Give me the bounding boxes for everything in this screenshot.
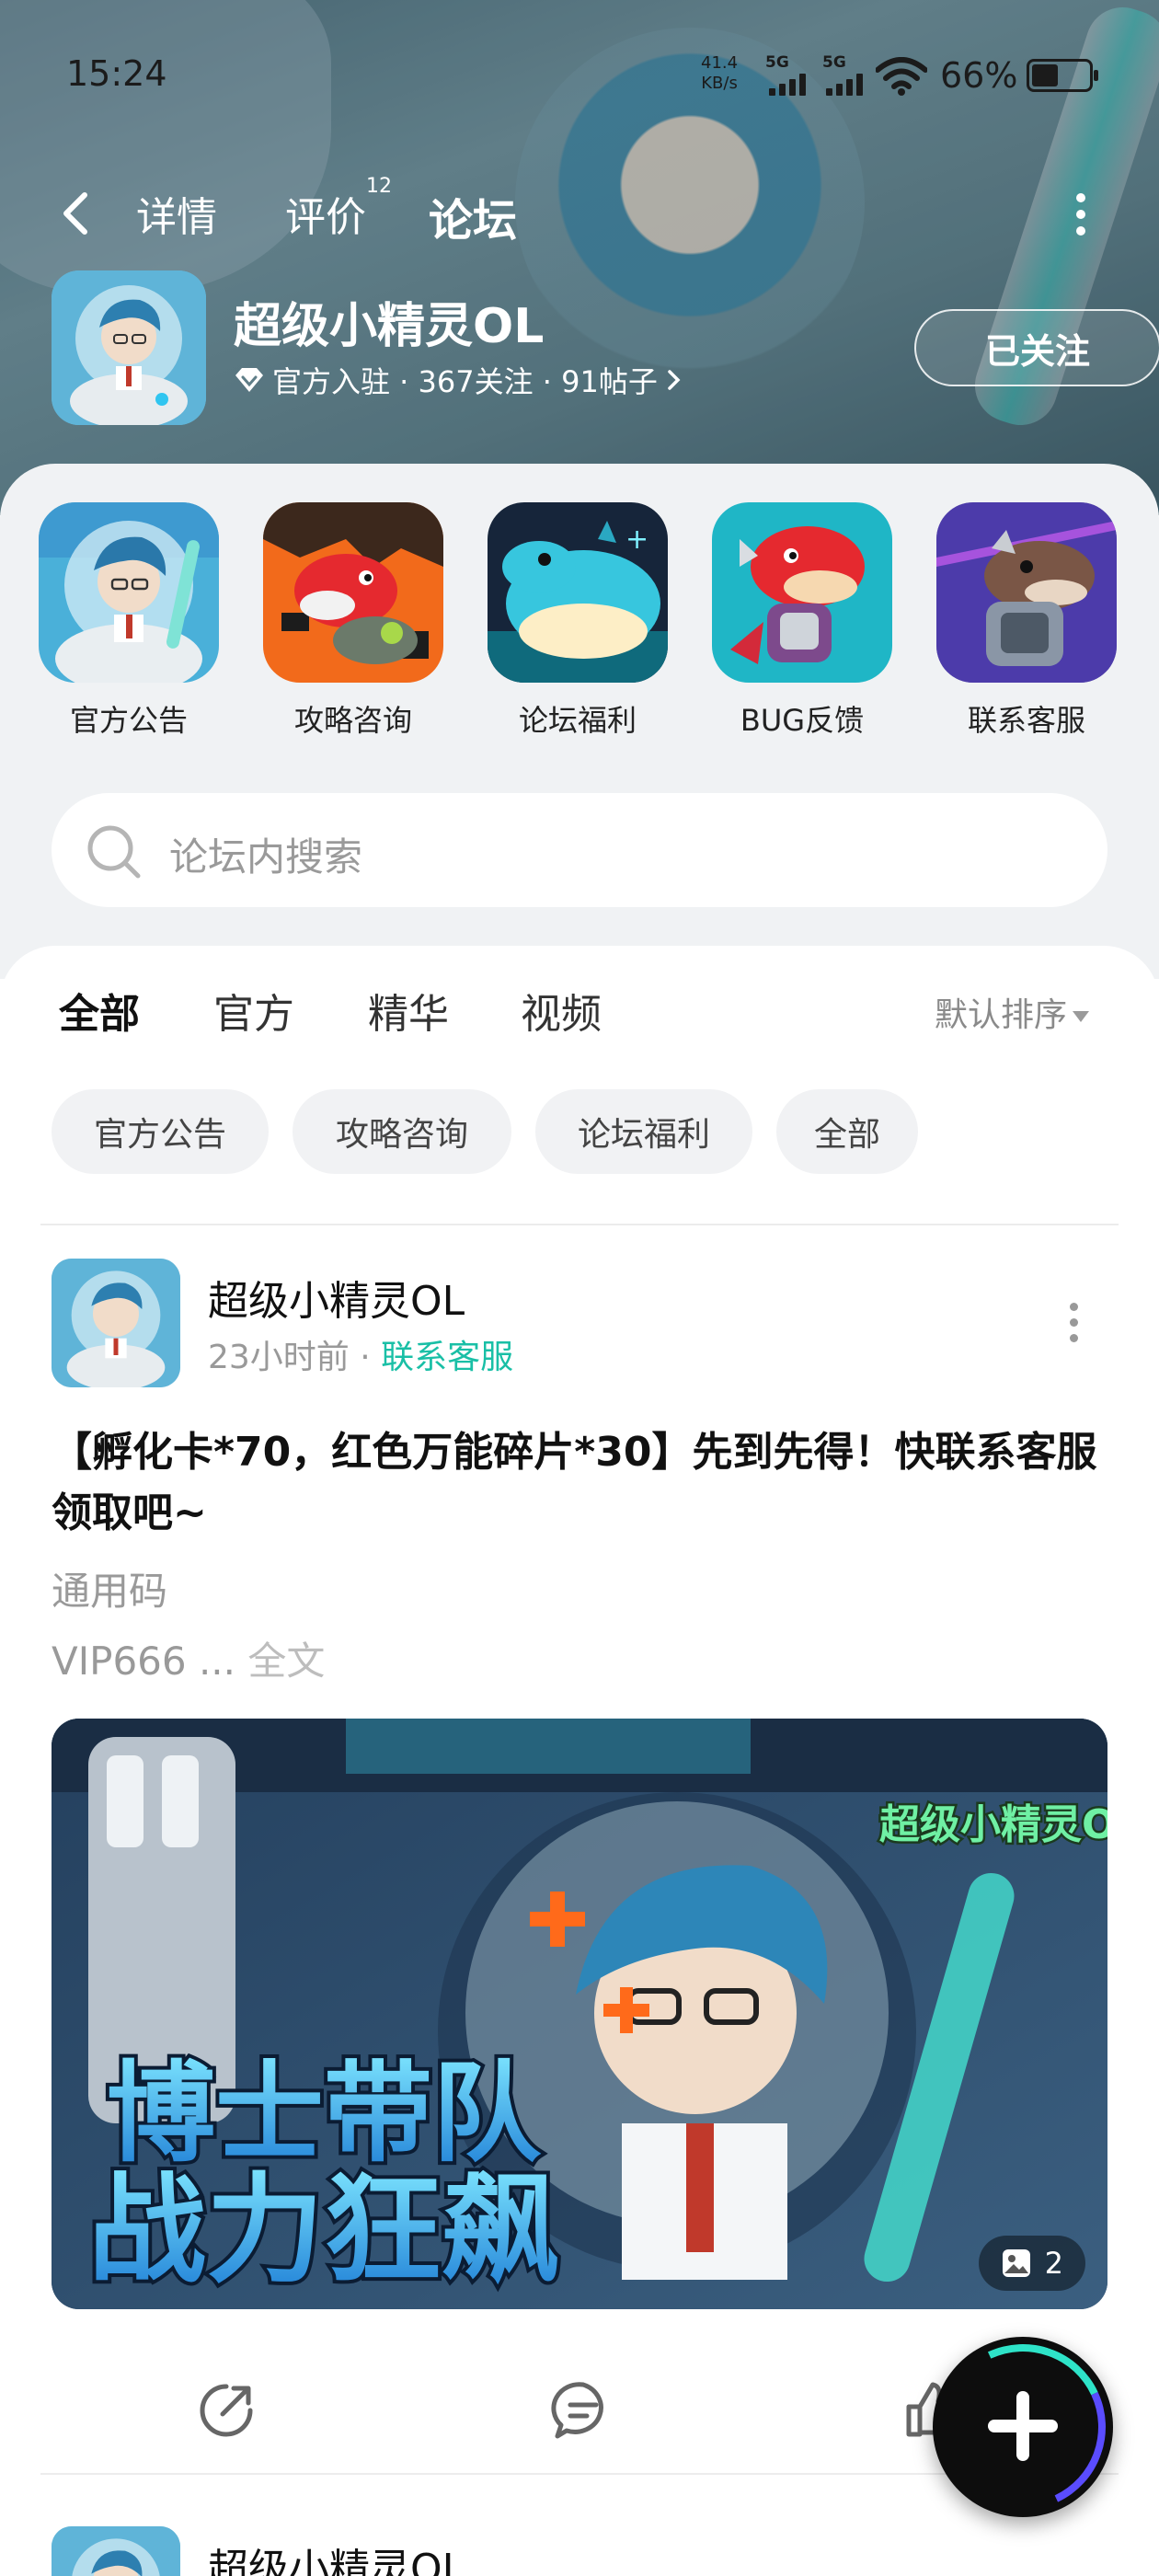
read-full-link[interactable]: 全文 [247, 1639, 325, 1684]
game-title: 超级小精灵OL [234, 299, 545, 354]
tab-details[interactable]: 详情 [136, 184, 217, 243]
post-author[interactable]: 超级小精灵OL [208, 1268, 465, 1327]
back-arrow-icon[interactable] [57, 191, 98, 236]
author-avatar[interactable] [52, 2526, 180, 2576]
signal-icon: 5G [765, 53, 813, 96]
post-more-icon[interactable] [1067, 1303, 1080, 1342]
image-headline-bottom: 战力狂飙 [88, 2162, 559, 2299]
author-avatar[interactable] [52, 1259, 180, 1387]
tab-forum[interactable]: 论坛 [429, 184, 517, 252]
signal-icon: 5G [822, 53, 870, 96]
game-meta[interactable]: 官方入驻 · 367关注 · 91帖子 [234, 359, 683, 401]
red-dragon-icon [263, 502, 443, 683]
search-placeholder: 论坛内搜索 [169, 834, 363, 880]
post-excerpt: 通用码 [52, 1569, 168, 1614]
tab-reviews[interactable]: 评价 12 [285, 175, 392, 243]
image-icon [1002, 2249, 1030, 2277]
category-welfare[interactable]: + 论坛福利 [486, 502, 670, 740]
chip-all[interactable]: 全部 [776, 1089, 918, 1174]
net-speed: 41.4 KB/s [701, 53, 739, 93]
game-icon[interactable] [52, 270, 206, 425]
verified-diamond-icon [235, 368, 263, 392]
search-icon [87, 825, 141, 879]
status-bar: 15:24 41.4 KB/s 5G 5G 66% [0, 0, 1159, 156]
post-category-tag[interactable]: 联系客服 [381, 1339, 513, 1376]
category-strategy[interactable]: 攻略咨询 [261, 502, 445, 740]
chevron-right-icon [668, 370, 681, 390]
image-headline-top: 博士带队 [107, 2050, 542, 2177]
feed-tab-all[interactable]: 全部 [59, 981, 140, 1043]
chip-strategy[interactable]: 攻略咨询 [293, 1089, 511, 1174]
brown-dino-icon [936, 502, 1117, 683]
category-row: 官方公告 攻略咨询 + 论坛福利 BUG反馈 联系客服 [37, 502, 1122, 751]
review-count-badge: 12 [366, 175, 392, 198]
svg-text:+: + [625, 523, 648, 556]
forum-panel: 官方公告 攻略咨询 + 论坛福利 BUG反馈 联系客服 论坛内搜索 [0, 464, 1159, 979]
follow-button[interactable]: 已关注 [914, 309, 1159, 386]
forum-search-input[interactable]: 论坛内搜索 [52, 793, 1107, 907]
post-title[interactable]: 【孵化卡*70，红色万能碎片*30】先到先得！快联系客服领取吧~ [52, 1422, 1109, 1544]
cyan-dino-icon: + [488, 502, 668, 683]
wifi-icon [876, 57, 927, 96]
battery-percent: 66% [940, 55, 1018, 96]
post-author[interactable]: 超级小精灵OL [208, 2536, 465, 2576]
game-meta-text: 官方入驻 · 367关注 · 91帖子 [272, 364, 658, 399]
comment-icon[interactable] [550, 2377, 616, 2444]
chip-welfare[interactable]: 论坛福利 [535, 1089, 752, 1174]
post-image[interactable]: 博士带队 战力狂飙 超级小精灵OL 2 [52, 1719, 1107, 2309]
red-dragon-mecha-icon [712, 502, 892, 683]
divider [40, 1224, 1119, 1225]
create-post-button[interactable] [933, 2337, 1113, 2517]
status-time: 15:24 [66, 53, 167, 94]
image-count-badge: 2 [978, 2236, 1085, 2291]
plus-icon [1016, 2391, 1029, 2461]
chip-official-announcement[interactable]: 官方公告 [52, 1089, 269, 1174]
battery-icon [1027, 59, 1098, 92]
sort-dropdown[interactable]: 默认排序 [935, 988, 1090, 1036]
post-feed: 全部 官方 精华 视频 默认排序 官方公告 攻略咨询 论坛福利 全部 超级小精灵… [0, 946, 1159, 2576]
feed-tab-official[interactable]: 官方 [213, 981, 294, 1040]
post-time: 23小时前 · 联系客服 [208, 1339, 514, 1376]
more-options-icon[interactable] [1074, 193, 1087, 236]
doctor-character-icon [39, 502, 219, 683]
post-excerpt-2: VIP666 ... 全文 [52, 1639, 326, 1684]
category-customer-service[interactable]: 联系客服 [935, 502, 1119, 740]
game-header: 超级小精灵OL 官方入驻 · 367关注 · 91帖子 已关注 [52, 270, 1159, 427]
feed-tab-featured[interactable]: 精华 [368, 981, 449, 1040]
feed-tab-video[interactable]: 视频 [521, 981, 602, 1040]
image-logo: 超级小精灵OL [879, 1801, 1107, 1848]
share-icon[interactable] [193, 2377, 259, 2444]
category-bug-report[interactable]: BUG反馈 [710, 502, 894, 740]
top-nav: 详情 评价 12 论坛 [0, 175, 1159, 252]
category-official-announcement[interactable]: 官方公告 [37, 502, 221, 740]
dropdown-triangle-icon [1073, 1011, 1090, 1022]
